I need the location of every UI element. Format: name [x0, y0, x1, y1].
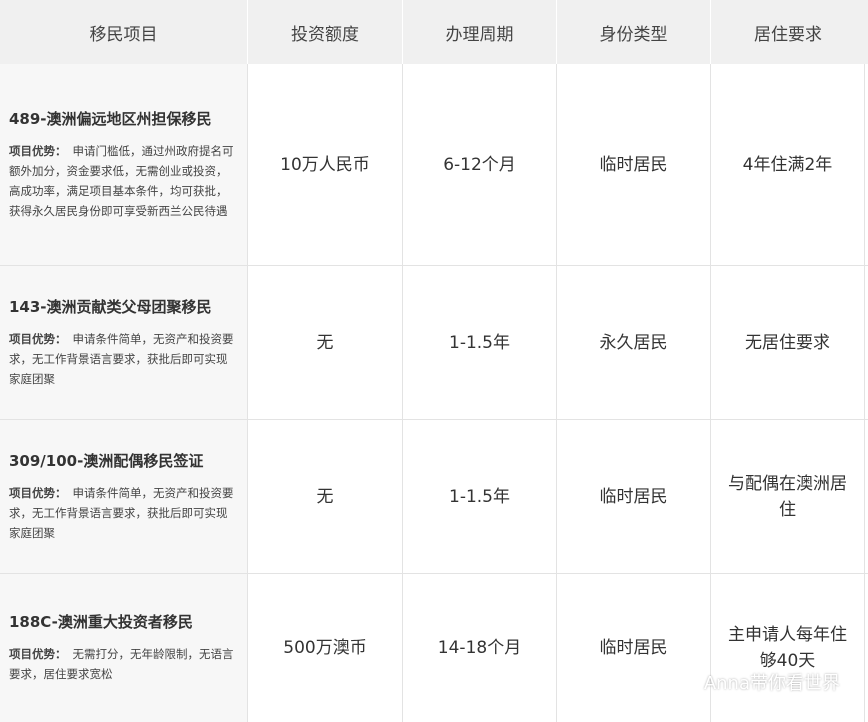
status-cell: 临时居民: [557, 574, 711, 722]
period-cell: 1-1.5年: [403, 266, 557, 419]
header-residency: 居住要求: [754, 24, 822, 45]
project-cell: 309/100-澳洲配偶移民签证 项目优势： 申请条件简单，无资产和投资要求，无工…: [0, 420, 248, 573]
investment-value: 无: [316, 332, 334, 353]
period-cell: 1-1.5年: [403, 420, 557, 573]
desc-label: 项目优势：: [9, 143, 67, 158]
header-investment: 投资额度: [248, 0, 403, 64]
residency-cell: 无居住要求: [711, 266, 865, 419]
status-value: 临时居民: [599, 638, 668, 658]
investment-cell: 无: [248, 266, 403, 419]
project-cell: 188C-澳洲重大投资者移民 项目优势： 无需打分，无年龄限制，无语言要求，居住要…: [0, 574, 248, 722]
residency-cell: 4年住满2年: [711, 64, 865, 265]
header-status: 身份类型: [557, 0, 711, 64]
status-value: 永久居民: [599, 332, 668, 353]
investment-cell: 10万人民币: [248, 64, 403, 265]
period-value: 1-1.5年: [449, 486, 510, 507]
period-value: 6-12个月: [443, 154, 516, 175]
table-row: 309/100-澳洲配偶移民签证 项目优势： 申请条件简单，无资产和投资要求，无工…: [0, 420, 868, 574]
desc-label: 项目优势：: [9, 331, 67, 346]
table-row: 188C-澳洲重大投资者移民 项目优势： 无需打分，无年龄限制，无语言要求，居住要…: [0, 574, 868, 722]
project-desc: 项目优势： 无需打分，无年龄限制，无语言要求，居住要求宽松: [9, 644, 235, 684]
wechat-icon: [672, 671, 698, 692]
immigration-table: 移民项目 投资额度 办理周期 身份类型 居住要求 489-澳洲偏远地区州担保移民…: [0, 0, 868, 722]
project-desc: 项目优势： 申请门槛低，通过州政府提名可额外加分，资金要求低，无需创业或投资，高成…: [9, 141, 235, 221]
investment-value: 10万人民币: [280, 154, 370, 175]
project-title: 143-澳洲贡献类父母团聚移民: [9, 297, 212, 316]
investment-cell: 500万澳币: [248, 574, 403, 722]
investment-value: 无: [316, 486, 334, 507]
project-title: 309/100-澳洲配偶移民签证: [9, 451, 204, 470]
status-value: 临时居民: [599, 154, 668, 175]
residency-value: 与配偶在澳洲居住: [728, 473, 847, 520]
table-header: 移民项目 投资额度 办理周期 身份类型 居住要求: [0, 0, 868, 64]
period-value: 14-18个月: [437, 638, 522, 658]
header-project: 移民项目: [0, 0, 248, 64]
table-row: 489-澳洲偏远地区州担保移民 项目优势： 申请门槛低，通过州政府提名可额外加分，…: [0, 64, 868, 266]
project-cell: 143-澳洲贡献类父母团聚移民 项目优势： 申请条件简单，无资产和投资要求，无工作…: [0, 266, 248, 419]
investment-value: 500万澳币: [283, 638, 367, 658]
residency-value: 无居住要求: [745, 332, 830, 353]
watermark: Anna带你看世界: [672, 669, 840, 695]
residency-cell: 与配偶在澳洲居住: [711, 420, 865, 573]
period-value: 1-1.5年: [449, 332, 510, 353]
desc-label: 项目优势：: [9, 485, 67, 500]
residency-value: 主申请人每年住够40天: [728, 625, 847, 671]
residency-value: 4年住满2年: [742, 154, 833, 175]
project-cell: 489-澳洲偏远地区州担保移民 项目优势： 申请门槛低，通过州政府提名可额外加分，…: [0, 64, 248, 265]
status-cell: 永久居民: [557, 266, 711, 419]
watermark-text: Anna带你看世界: [703, 673, 840, 694]
project-title: 489-澳洲偏远地区州担保移民: [9, 109, 212, 128]
table-row: 143-澳洲贡献类父母团聚移民 项目优势： 申请条件简单，无资产和投资要求，无工作…: [0, 266, 868, 420]
project-desc: 项目优势： 申请条件简单，无资产和投资要求，无工作背景语言要求，获批后即可实现家庭…: [9, 329, 235, 389]
status-cell: 临时居民: [557, 64, 711, 265]
residency-cell: 主申请人每年住够40天: [711, 574, 865, 722]
project-desc: 项目优势： 申请条件简单，无资产和投资要求，无工作背景语言要求，获批后即可实现家庭…: [9, 483, 235, 543]
investment-cell: 无: [248, 420, 403, 573]
project-title: 188C-澳洲重大投资者移民: [9, 613, 193, 631]
header-period: 办理周期: [403, 0, 557, 64]
period-cell: 14-18个月: [403, 574, 557, 722]
desc-label: 项目优势：: [9, 647, 67, 661]
status-value: 临时居民: [599, 486, 668, 507]
status-cell: 临时居民: [557, 420, 711, 573]
period-cell: 6-12个月: [403, 64, 557, 265]
